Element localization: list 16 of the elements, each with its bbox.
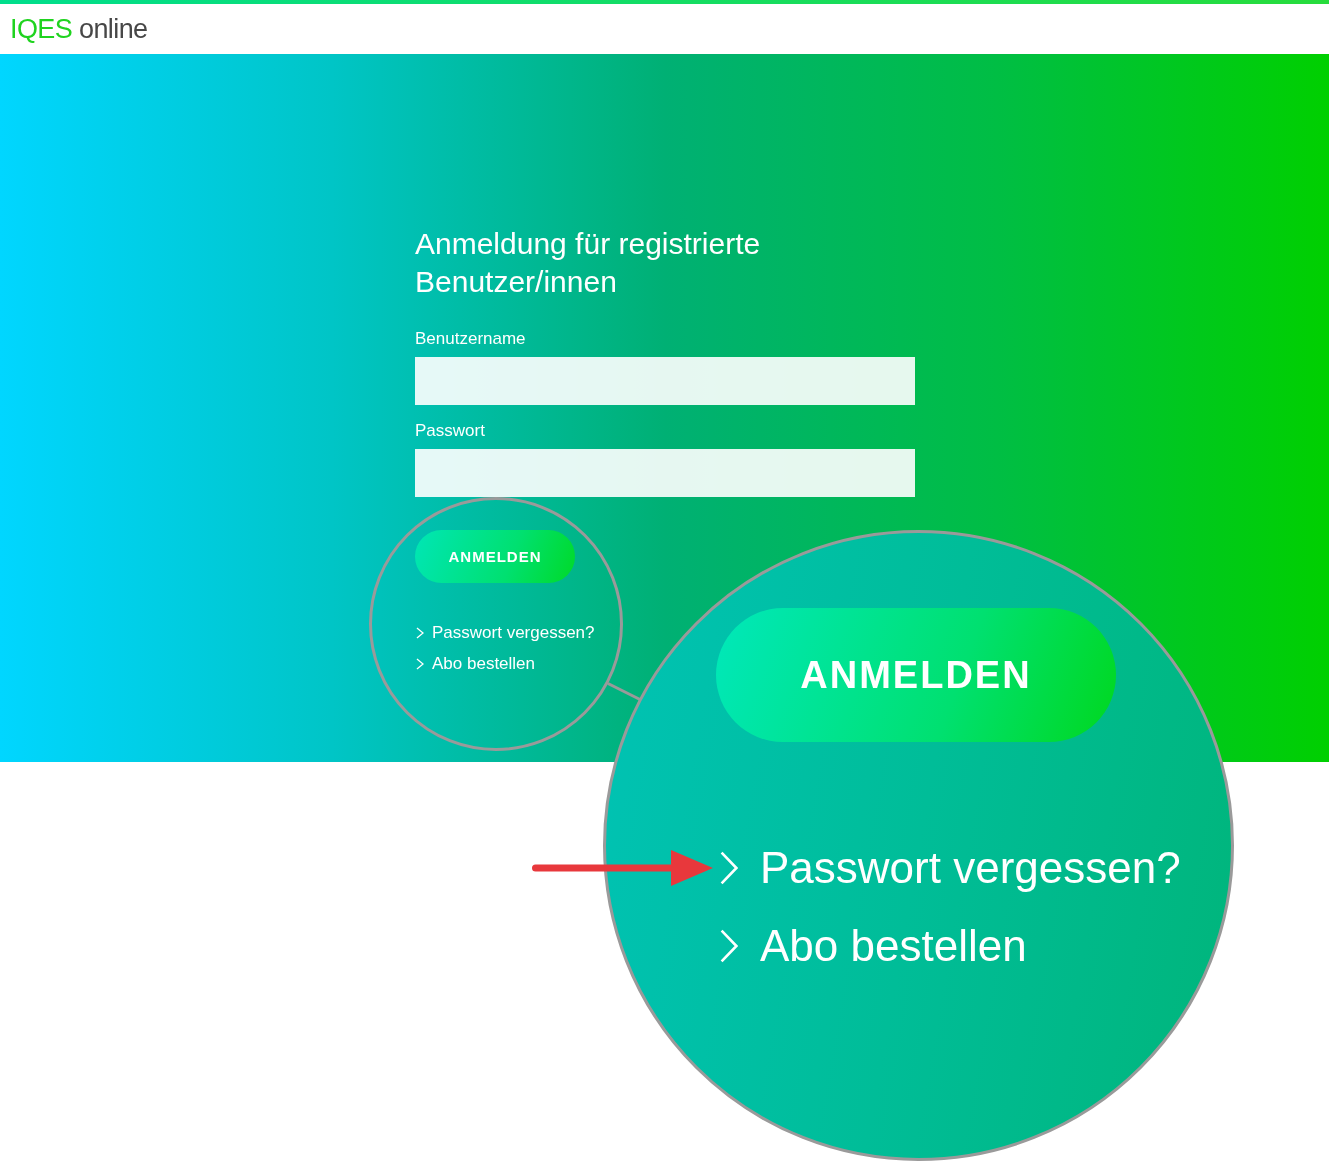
text-link[interactable]: Abo bestellen bbox=[716, 919, 1027, 973]
chevron-icon bbox=[416, 627, 424, 639]
input-field[interactable] bbox=[415, 449, 915, 497]
chevron-icon bbox=[720, 929, 738, 963]
text-link[interactable]: Passwort vergessen? bbox=[415, 622, 595, 644]
login-button[interactable]: ANMELDEN bbox=[415, 530, 575, 583]
login-button[interactable]: ANMELDEN bbox=[716, 608, 1116, 742]
login-heading: Anmeldung für registrierte Benutzer/innen bbox=[415, 226, 762, 300]
chevron-icon bbox=[416, 658, 424, 670]
field-label: Passwort bbox=[415, 421, 485, 441]
logo[interactable]: IQES online bbox=[10, 14, 148, 44]
field-label: Benutzername bbox=[415, 329, 526, 349]
text-link[interactable]: Passwort vergessen? bbox=[716, 841, 1181, 895]
input-field[interactable] bbox=[415, 357, 915, 405]
text-link[interactable]: Abo bestellen bbox=[415, 653, 536, 675]
chevron-icon bbox=[720, 851, 738, 885]
